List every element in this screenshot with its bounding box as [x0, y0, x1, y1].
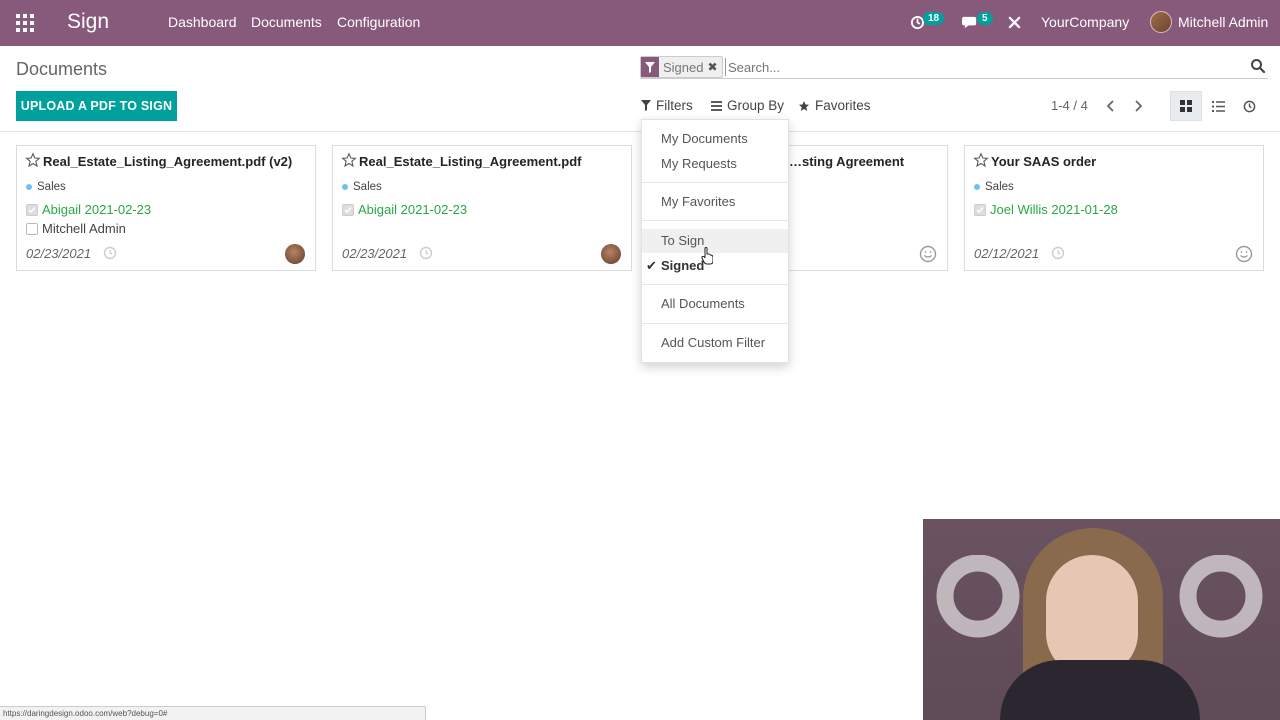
- signer-name: Joel Willis 2021-01-28: [990, 202, 1118, 217]
- signer-row: Joel Willis 2021-01-28: [974, 202, 1118, 217]
- filter-my-documents[interactable]: My Documents: [642, 127, 788, 151]
- search-input[interactable]: [725, 58, 1245, 76]
- status-bar-url: https://daringdesign.odoo.com/web?debug=…: [0, 706, 426, 720]
- presenter-body: [1000, 660, 1200, 720]
- activity-clock-view-icon: [1243, 100, 1255, 112]
- document-title: Real_Estate_Listing_Agreement.pdf (v2): [43, 154, 293, 169]
- page-title: Documents: [16, 59, 108, 79]
- nav-documents[interactable]: Documents: [251, 14, 322, 30]
- app-name[interactable]: Sign: [67, 10, 109, 34]
- tag-color-dot: [974, 184, 980, 190]
- filter-to-sign[interactable]: To Sign: [642, 229, 788, 253]
- favorites-toggle[interactable]: Favorites: [798, 98, 871, 113]
- filter-icon: [641, 100, 651, 111]
- signed-checkbox: [26, 203, 38, 216]
- filters-toggle[interactable]: Filters: [641, 98, 693, 113]
- close-tools-icon[interactable]: [1008, 16, 1021, 29]
- signer-row: Abigail 2021-02-23: [26, 202, 151, 217]
- document-title: …sting Agreement: [789, 154, 905, 169]
- document-card[interactable]: Real_Estate_Listing_Agreement.pdf Sales …: [332, 145, 632, 271]
- smiley-avatar-icon[interactable]: [919, 245, 937, 263]
- favorite-star-icon[interactable]: [341, 152, 357, 168]
- tag-color-dot: [342, 184, 348, 190]
- remove-facet-icon[interactable]: ✖: [707, 60, 721, 74]
- filter-signed-label: Signed: [661, 258, 705, 273]
- signer-name: Mitchell Admin: [42, 221, 126, 236]
- presenter-face: [1046, 555, 1138, 677]
- document-title: Real_Estate_Listing_Agreement.pdf: [359, 154, 582, 169]
- filter-facet-icon: [641, 57, 659, 77]
- signer-name: Abigail 2021-02-23: [358, 202, 468, 217]
- unsigned-checkbox: [26, 222, 38, 235]
- kanban-view-button[interactable]: [1170, 91, 1202, 121]
- checkmark-icon: ✔: [646, 258, 657, 273]
- favorite-star-icon[interactable]: [973, 152, 989, 168]
- group-by-toggle[interactable]: Group By: [711, 98, 784, 113]
- list-view-button[interactable]: [1202, 91, 1234, 121]
- user-avatar[interactable]: [1150, 11, 1172, 33]
- pager-previous-icon[interactable]: [1104, 97, 1118, 115]
- activity-clock-icon[interactable]: [1051, 246, 1065, 260]
- add-custom-filter[interactable]: Add Custom Filter: [642, 331, 788, 355]
- pager-value[interactable]: 1-4 / 4: [1051, 98, 1088, 113]
- signer-row: Mitchell Admin: [26, 221, 126, 236]
- menu-divider: [642, 182, 788, 183]
- star-icon: [799, 100, 809, 111]
- activity-clock-icon[interactable]: [103, 246, 117, 260]
- user-menu[interactable]: Mitchell Admin: [1178, 14, 1268, 30]
- messages-badge: 5: [977, 12, 993, 25]
- tag-label: Sales: [37, 181, 66, 193]
- favorites-label: Favorites: [815, 98, 871, 113]
- document-date: 02/23/2021: [26, 246, 92, 261]
- pager-next-icon[interactable]: [1131, 97, 1145, 115]
- signed-checkbox: [974, 203, 986, 216]
- responsible-avatar[interactable]: [601, 244, 621, 264]
- activity-view-button[interactable]: [1233, 91, 1265, 121]
- tag-label: Sales: [353, 181, 382, 193]
- nav-dashboard[interactable]: Dashboard: [168, 14, 237, 30]
- upload-pdf-button[interactable]: UPLOAD A PDF TO SIGN: [16, 91, 177, 121]
- search-icon[interactable]: [1250, 58, 1266, 74]
- signer-name: Abigail 2021-02-23: [42, 202, 152, 217]
- filter-signed[interactable]: ✔ Signed: [642, 254, 788, 278]
- group-by-label: Group By: [727, 98, 785, 113]
- list-view-icon: [1211, 100, 1225, 112]
- favorite-star-icon[interactable]: [25, 152, 41, 168]
- filter-all-documents[interactable]: All Documents: [642, 292, 788, 316]
- document-card[interactable]: Your SAAS order Sales Joel Willis 2021-0…: [964, 145, 1264, 271]
- document-card[interactable]: Real_Estate_Listing_Agreement.pdf (v2) S…: [16, 145, 316, 271]
- tag-sales: Sales: [974, 181, 1014, 193]
- top-navbar: Sign Dashboard Documents Configuration 1…: [0, 0, 1280, 46]
- search-bar: Signed ✖: [640, 55, 1268, 79]
- menu-divider: [642, 220, 788, 221]
- document-date: 02/12/2021: [974, 246, 1040, 261]
- document-date: 02/23/2021: [342, 246, 408, 261]
- activity-clock-icon[interactable]: [419, 246, 433, 260]
- signer-row: Abigail 2021-02-23: [342, 202, 467, 217]
- smiley-avatar-icon[interactable]: [1235, 245, 1253, 263]
- tag-sales: Sales: [26, 181, 66, 193]
- apps-menu-icon[interactable]: [16, 14, 34, 32]
- company-switcher[interactable]: YourCompany: [1041, 14, 1129, 30]
- filter-my-favorites[interactable]: My Favorites: [642, 190, 788, 214]
- filters-label: Filters: [656, 98, 693, 113]
- activity-badge: 18: [923, 12, 945, 25]
- tag-color-dot: [26, 184, 32, 190]
- document-title: Your SAAS order: [991, 154, 1097, 169]
- facet-label: Signed: [663, 59, 704, 75]
- hand-pointer-cursor-icon: [701, 247, 713, 265]
- menu-divider: [642, 284, 788, 285]
- filters-dropdown-menu: My Documents My Requests My Favorites To…: [641, 119, 789, 363]
- tag-label: Sales: [985, 181, 1014, 193]
- kanban-grid-icon: [1180, 100, 1192, 112]
- list-bars-icon: [711, 100, 722, 111]
- responsible-avatar[interactable]: [285, 244, 305, 264]
- tag-sales: Sales: [342, 181, 382, 193]
- filter-my-requests[interactable]: My Requests: [642, 152, 788, 176]
- signed-checkbox: [342, 203, 354, 216]
- search-facet: Signed ✖: [640, 56, 723, 78]
- nav-configuration[interactable]: Configuration: [337, 14, 420, 30]
- menu-divider: [642, 323, 788, 324]
